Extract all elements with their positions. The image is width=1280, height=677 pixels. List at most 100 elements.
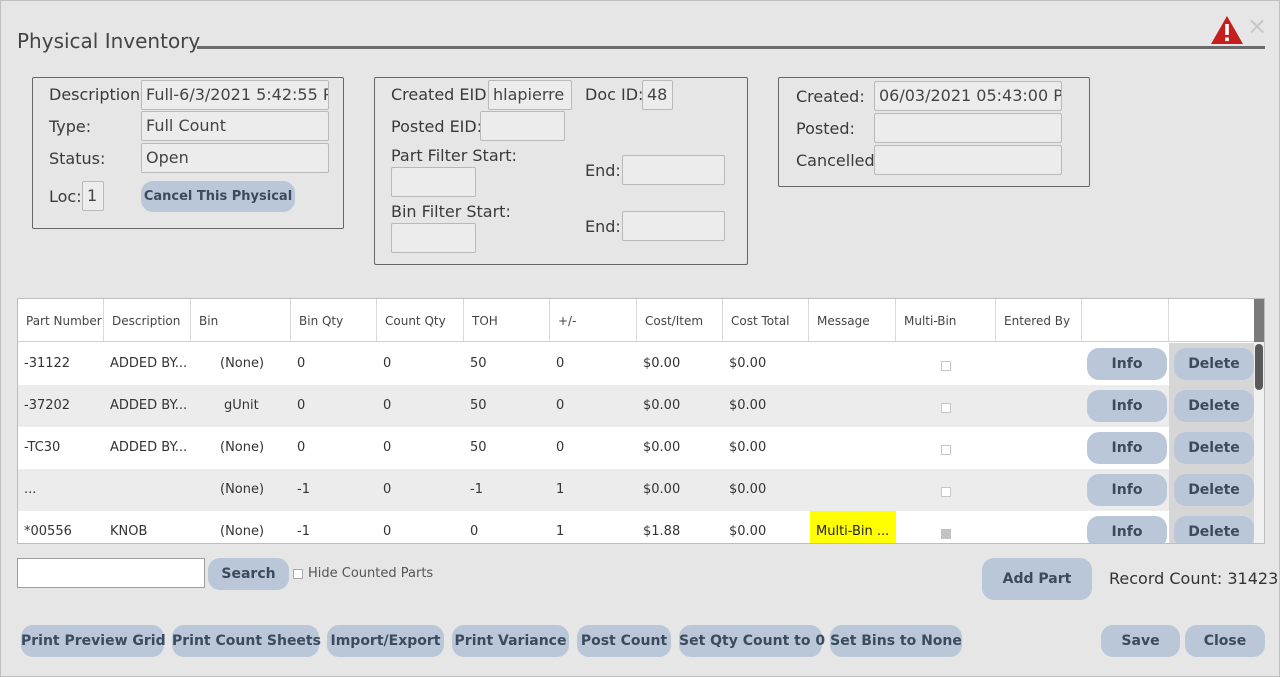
scrollbar-top (1254, 299, 1264, 342)
add-part-button[interactable]: Add Part (982, 558, 1092, 600)
physical-inventory-window: Physical Inventory × Description: Full-6… (0, 0, 1280, 677)
multi-bin-checkbox[interactable] (941, 445, 951, 455)
delete-button[interactable]: Delete (1174, 516, 1254, 543)
close-icon[interactable]: × (1245, 14, 1269, 39)
post-count-button[interactable]: Post Count (577, 625, 671, 657)
description-cell: ADDED BY... (110, 440, 188, 455)
hide-counted-checkbox[interactable] (293, 569, 303, 579)
cancelled-field[interactable] (874, 145, 1062, 175)
cost-total-cell: $0.00 (729, 398, 767, 413)
cost-item-cell: $0.00 (643, 398, 681, 413)
table-row[interactable]: -31122 ADDED BY... (None) 0 0 50 0 $0.00… (18, 343, 1256, 385)
set-bins-none-button[interactable]: Set Bins to None (830, 625, 962, 657)
type-label: Type: (49, 117, 92, 136)
table-row[interactable]: ... (None) -1 0 -1 1 $0.00 $0.00 Info De… (18, 469, 1256, 511)
title-rule (197, 46, 1265, 49)
part-end-field[interactable] (622, 155, 725, 185)
description-cell (104, 469, 191, 511)
search-button[interactable]: Search (208, 558, 289, 590)
delete-button[interactable]: Delete (1174, 432, 1254, 464)
delete-button[interactable]: Delete (1174, 474, 1254, 506)
search-input[interactable] (17, 558, 205, 588)
col-entered-by[interactable]: Entered By (996, 299, 1082, 342)
info-button[interactable]: Info (1087, 516, 1167, 543)
description-cell: ADDED BY... (110, 356, 188, 371)
count-qty-cell: 0 (383, 356, 392, 371)
posted-eid-label: Posted EID: (391, 117, 483, 136)
delete-button[interactable]: Delete (1174, 348, 1254, 380)
description-cell: KNOB (110, 524, 148, 539)
multi-bin-checkbox[interactable] (941, 529, 951, 539)
bin-filter-field[interactable] (391, 223, 476, 253)
diff-cell: 0 (556, 440, 565, 455)
col-cost-total[interactable]: Cost Total (723, 299, 809, 342)
bin-end-field[interactable] (622, 211, 725, 241)
cancel-physical-button[interactable]: Cancel This Physical (141, 181, 295, 212)
description-cell: ADDED BY... (110, 398, 188, 413)
scrollbar-thumb[interactable] (1255, 344, 1263, 390)
part-filter-field[interactable] (391, 167, 476, 197)
set-qty-count-button[interactable]: Set Qty Count to 0 (679, 625, 825, 657)
print-variance-button[interactable]: Print Variance (452, 625, 569, 657)
col-bin[interactable]: Bin (191, 299, 291, 342)
created-eid-field[interactable]: hlapierre (488, 80, 572, 110)
info-button[interactable]: Info (1087, 432, 1167, 464)
close-button[interactable]: Close (1185, 625, 1265, 657)
import-export-button[interactable]: Import/Export (327, 625, 444, 657)
doc-id-label: Doc ID: (585, 85, 644, 104)
diff-cell: 1 (556, 482, 565, 497)
grid-header: Part Number Description Bin Bin Qty Coun… (18, 299, 1256, 342)
col-part-number[interactable]: Part Number (18, 299, 104, 342)
multi-bin-checkbox[interactable] (941, 487, 951, 497)
save-button[interactable]: Save (1101, 625, 1180, 657)
cost-total-cell: $0.00 (729, 440, 767, 455)
bin-cell: (None) (220, 482, 265, 497)
description-field[interactable]: Full-6/3/2021 5:42:55 PM (141, 80, 329, 110)
loc-label: Loc: (49, 187, 82, 206)
cancelled-label: Cancelled: (796, 151, 881, 170)
multi-bin-checkbox[interactable] (941, 361, 951, 371)
col-toh[interactable]: TOH (464, 299, 550, 342)
message-cell (809, 427, 896, 469)
posted-field[interactable] (874, 113, 1062, 143)
col-description[interactable]: Description (104, 299, 191, 342)
part-number-cell: -31122 (24, 356, 71, 371)
info-button[interactable]: Info (1087, 474, 1167, 506)
col-info (1082, 299, 1169, 342)
message-cell: Multi-Bin ... (816, 524, 890, 539)
col-count-qty[interactable]: Count Qty (377, 299, 464, 342)
posted-eid-field[interactable] (480, 111, 565, 141)
warning-triangle-icon[interactable] (1210, 15, 1244, 45)
print-preview-grid-button[interactable]: Print Preview Grid (21, 625, 166, 657)
multi-bin-checkbox[interactable] (941, 403, 951, 413)
inventory-grid[interactable]: Part Number Description Bin Bin Qty Coun… (17, 298, 1265, 544)
bin-qty-cell: 0 (297, 356, 306, 371)
created-label: Created: (796, 87, 865, 106)
col-multi-bin[interactable]: Multi-Bin (896, 299, 996, 342)
count-qty-cell: 0 (383, 524, 392, 539)
col-diff[interactable]: +/- (550, 299, 637, 342)
table-row[interactable]: *00556 KNOB (None) -1 0 0 1 $1.88 $0.00 … (18, 511, 1256, 543)
hide-counted-label: Hide Counted Parts (308, 566, 434, 581)
type-field[interactable]: Full Count (141, 111, 329, 141)
info-button[interactable]: Info (1087, 390, 1167, 422)
bin-end-label: End: (585, 217, 621, 236)
cost-item-cell: $0.00 (643, 356, 681, 371)
doc-id-field[interactable]: 48 (642, 80, 673, 110)
delete-button[interactable]: Delete (1174, 390, 1254, 422)
col-bin-qty[interactable]: Bin Qty (291, 299, 377, 342)
print-count-sheets-button[interactable]: Print Count Sheets (172, 625, 321, 657)
table-row[interactable]: -37202 ADDED BY... gUnit 0 0 50 0 $0.00 … (18, 385, 1256, 427)
created-field[interactable]: 06/03/2021 05:43:00 PM (874, 81, 1062, 111)
part-number-cell: *00556 (24, 524, 72, 539)
info-button[interactable]: Info (1087, 348, 1167, 380)
count-qty-cell: 0 (383, 398, 392, 413)
table-row[interactable]: -TC30 ADDED BY... (None) 0 0 50 0 $0.00 … (18, 427, 1256, 469)
status-field[interactable]: Open (141, 143, 329, 173)
cost-total-cell: $0.00 (729, 356, 767, 371)
col-message[interactable]: Message (809, 299, 896, 342)
bin-qty-cell: -1 (297, 524, 310, 539)
loc-field[interactable]: 1 (82, 181, 104, 211)
col-cost-item[interactable]: Cost/Item (637, 299, 723, 342)
cost-total-cell: $0.00 (729, 482, 767, 497)
